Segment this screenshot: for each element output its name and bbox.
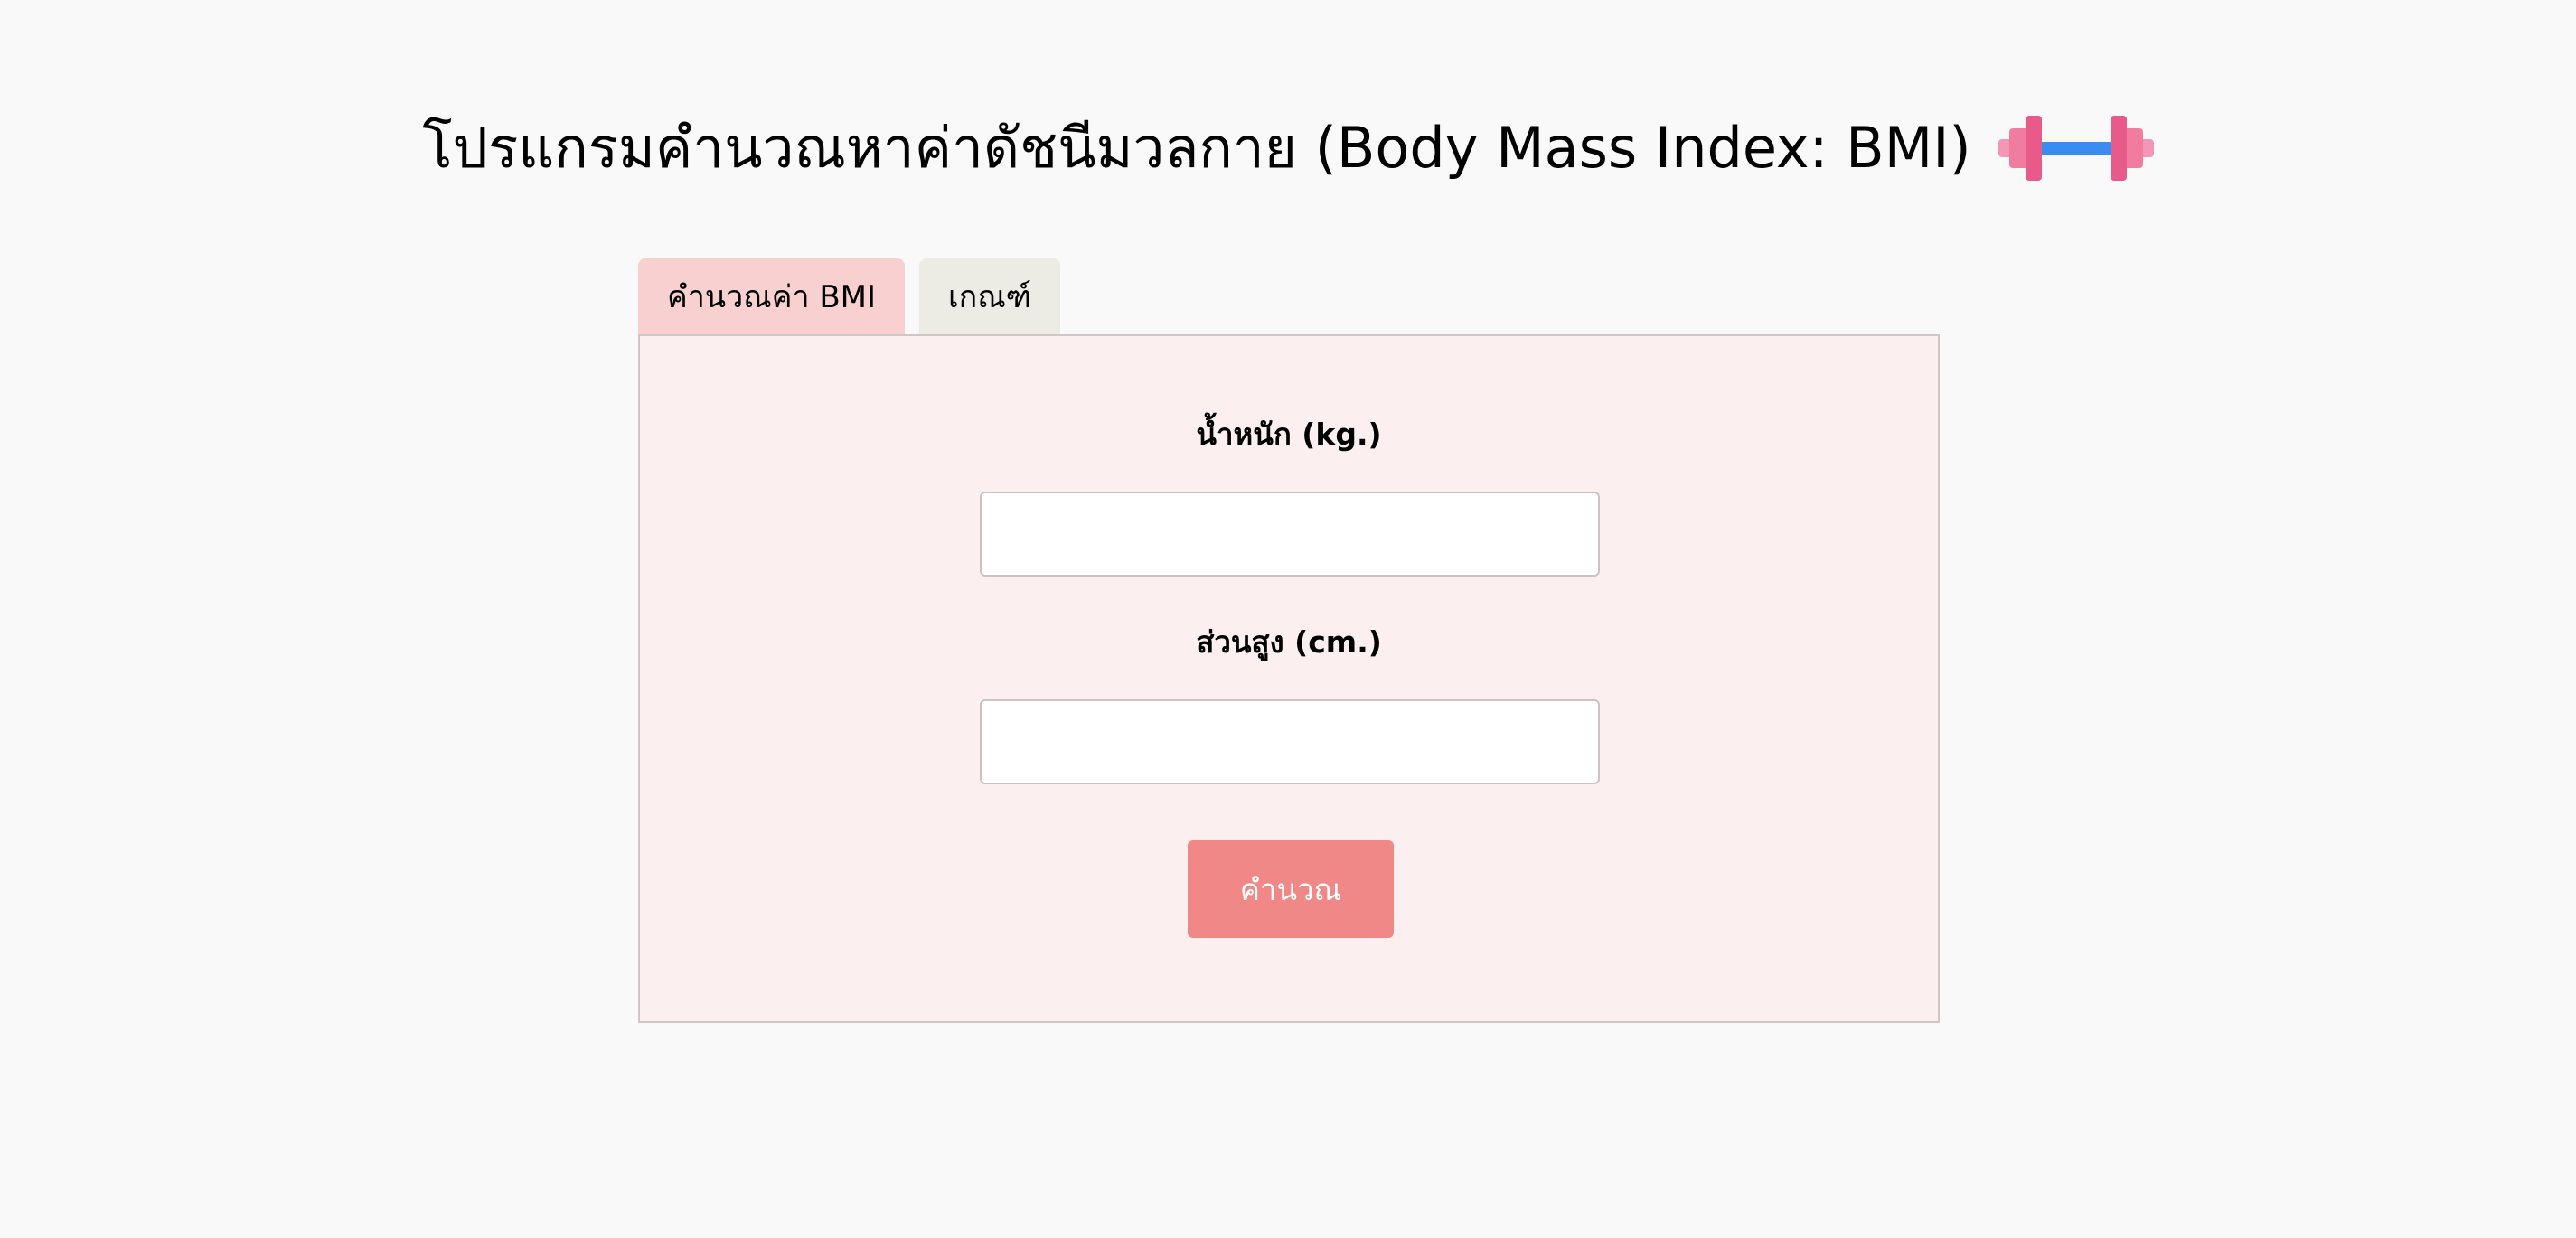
bmi-form-panel: น้ำหนัก (kg.) ส่วนสูง (cm.) คำนวณ	[638, 334, 1940, 1023]
bmi-page: โปรแกรมคำนวณหาค่าดัชนีมวลกาย (Body Mass …	[0, 0, 2576, 1238]
tab-bar: คำนวณค่า BMI เกณฑ์	[638, 258, 1061, 334]
weight-input[interactable]	[980, 492, 1600, 577]
page-title: โปรแกรมคำนวณหาค่าดัชนีมวลกาย (Body Mass …	[422, 114, 1971, 181]
calculate-button[interactable]: คำนวณ	[1188, 840, 1394, 938]
tab-criteria[interactable]: เกณฑ์	[919, 258, 1061, 334]
height-input[interactable]	[980, 699, 1600, 784]
dumbbell-icon	[1998, 112, 2154, 184]
tab-calculate-bmi[interactable]: คำนวณค่า BMI	[638, 258, 906, 334]
weight-label: น้ำหนัก (kg.)	[1196, 417, 1382, 452]
height-label: ส่วนสูง (cm.)	[1196, 624, 1382, 660]
title-row: โปรแกรมคำนวณหาค่าดัชนีมวลกาย (Body Mass …	[0, 101, 2576, 195]
